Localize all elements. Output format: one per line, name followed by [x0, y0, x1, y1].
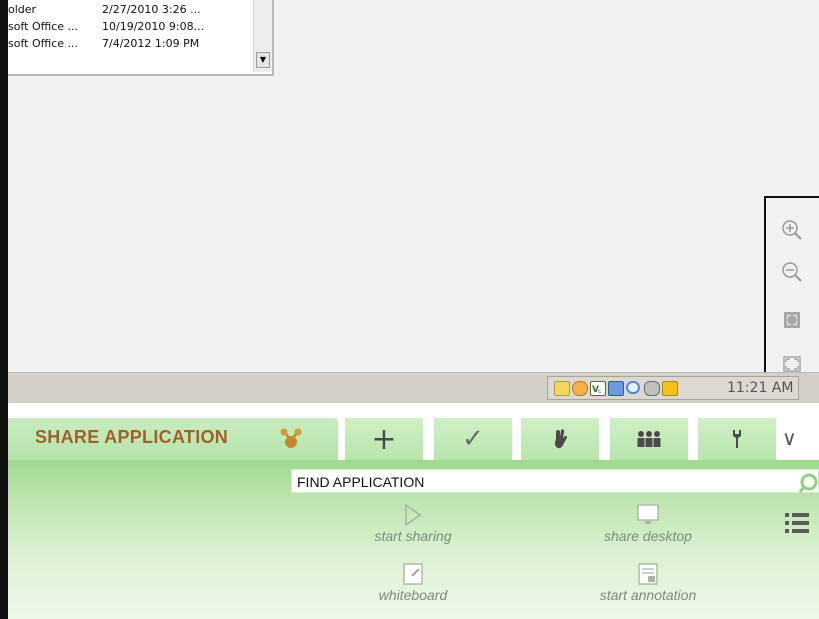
list-view-icon[interactable] — [783, 510, 811, 536]
network-icon[interactable] — [608, 381, 624, 396]
tab-share-application-label: SHARE APPLICATION — [35, 427, 229, 447]
start-sharing-button[interactable]: start sharing — [353, 502, 473, 544]
fit-button[interactable] — [780, 308, 804, 332]
share-application-panel: FIND APPLICATION start sharing share des… — [8, 460, 819, 619]
whiteboard-button[interactable]: whiteboard — [353, 561, 473, 603]
chevron-down-icon[interactable]: ∨ — [782, 426, 797, 450]
clock-icon[interactable] — [572, 381, 588, 396]
share-desktop-button[interactable]: share desktop — [583, 502, 713, 544]
tab-check[interactable]: ✓ — [434, 418, 512, 460]
svg-text:c: c — [598, 388, 601, 395]
speaker-icon[interactable] — [644, 381, 660, 396]
start-annotation-label: start annotation — [599, 587, 697, 603]
zoom-in-button[interactable] — [780, 218, 804, 242]
zoom-out-button[interactable] — [780, 260, 804, 284]
find-application-label: FIND APPLICATION — [297, 474, 425, 490]
spacer — [8, 403, 819, 418]
start-sharing-label: start sharing — [374, 528, 452, 544]
taskbar: Vc 11:21 AM — [8, 372, 819, 404]
zoom-out-icon — [782, 262, 802, 282]
start-annotation-button[interactable]: start annotation — [573, 561, 723, 603]
monitor-icon — [637, 504, 659, 524]
zoom-in-icon — [782, 220, 802, 240]
annotation-icon — [638, 563, 658, 585]
shield-icon[interactable] — [662, 381, 678, 396]
cycle-icon[interactable] — [626, 381, 640, 394]
desktop: older 2/27/2010 3:26 ... soft Office ...… — [0, 0, 819, 619]
hand-icon — [555, 429, 567, 449]
clock[interactable]: 11:21 AM — [727, 380, 793, 396]
file-name: older — [8, 3, 37, 16]
fit-icon — [784, 312, 800, 328]
tab-tools[interactable] — [698, 418, 776, 460]
tab-bar: SHARE APPLICATION + ✓ ∨ — [8, 418, 819, 460]
zoom-panel — [764, 196, 819, 376]
file-date: 7/4/2012 1:09 PM — [102, 37, 200, 50]
plus-icon: + — [371, 421, 397, 457]
system-tray: Vc 11:21 AM — [547, 376, 799, 400]
search-icon[interactable] — [797, 472, 819, 494]
whiteboard-label: whiteboard — [378, 587, 448, 603]
scroll-down-button[interactable]: ▼ — [256, 52, 270, 68]
fullscreen-icon — [783, 356, 801, 372]
file-date: 2/27/2010 3:26 ... — [102, 3, 201, 16]
mail-icon[interactable] — [554, 381, 570, 396]
tab-raise-hand[interactable] — [521, 418, 599, 460]
tab-share-application[interactable]: SHARE APPLICATION — [8, 418, 338, 460]
file-name: soft Office ... — [8, 37, 79, 50]
file-list[interactable]: older 2/27/2010 3:26 ... soft Office ...… — [8, 0, 274, 76]
tab-participants[interactable] — [610, 418, 688, 460]
whiteboard-icon — [403, 563, 423, 585]
window-edge — [0, 0, 8, 619]
check-icon: ✓ — [462, 424, 484, 454]
share-desktop-label: share desktop — [604, 528, 692, 544]
share-application-icon — [280, 428, 302, 448]
find-application-input[interactable]: FIND APPLICATION — [291, 469, 819, 493]
tab-add[interactable]: + — [345, 418, 423, 460]
wrench-icon — [733, 430, 741, 448]
file-name: soft Office ... — [8, 20, 79, 33]
play-icon — [405, 503, 422, 527]
vc-icon[interactable]: Vc — [590, 381, 606, 396]
scrollbar[interactable]: ▼ — [253, 0, 272, 72]
file-date: 10/19/2010 9:08... — [102, 20, 205, 33]
participants-icon — [637, 431, 661, 447]
